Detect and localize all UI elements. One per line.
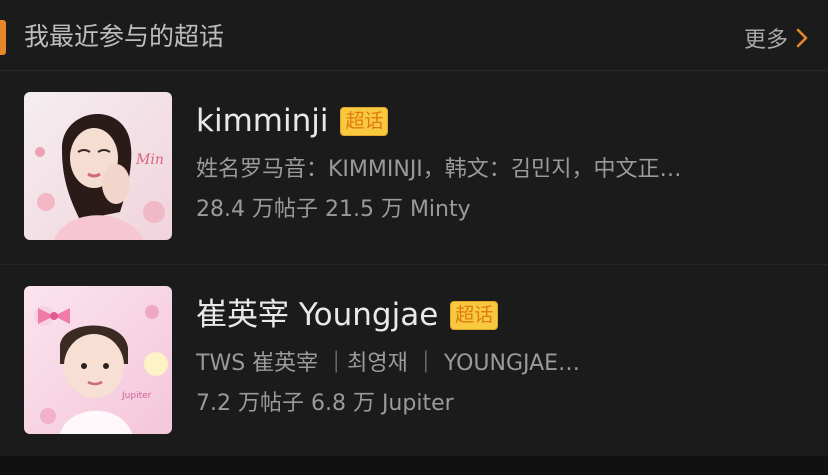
topic-name-row: kimminji 超话 [196,101,806,141]
svg-text:Min: Min [135,152,164,168]
topic-description: 姓名罗马音：KIMMINJI，韩文：김민지，中文正… [196,157,682,182]
topic-info: kimminji 超话 姓名罗马音：KIMMINJI，韩文：김민지，中文正… 2… [196,101,806,225]
topic-description: TWS 崔英宰 ｜최영재 ｜ YOUNGJAE… [196,351,581,376]
section-accent-bar [0,20,6,55]
topic-thumbnail[interactable]: Jupiter [24,286,172,434]
section-divider [0,456,828,475]
topic-name[interactable]: kimminji [196,101,328,141]
super-topic-badge: 超话 [450,300,499,330]
topic-info: 崔英宰 Youngjae 超话 TWS 崔英宰 ｜최영재 ｜ YOUNGJAE…… [196,295,806,419]
topic-thumbnail[interactable]: Min [24,92,172,240]
recent-super-topics-panel: 我最近参与的超话 更多 Min kimminji 超话 姓名罗马音：KIMMIN… [0,0,828,456]
section-title: 我最近参与的超话 [24,22,225,51]
super-topic-item-kimminji[interactable]: Min kimminji 超话 姓名罗马音：KIMMINJI，韩文：김민지，中文… [0,71,828,265]
topic-name-row: 崔英宰 Youngjae 超话 [196,295,806,335]
more-button[interactable]: 更多 [744,20,808,56]
svg-text:Jupiter: Jupiter [121,391,152,401]
chevron-right-icon [796,28,808,48]
topic-stats: 7.2 万帖子 6.8 万 Jupiter [196,391,454,416]
portrait-photo-icon: Jupiter [24,286,172,434]
portrait-photo-icon: Min [24,92,172,240]
section-header: 我最近参与的超话 更多 [0,0,828,71]
super-topic-badge: 超话 [340,106,389,136]
more-label: 更多 [743,28,788,53]
super-topic-item-youngjae[interactable]: Jupiter 崔英宰 Youngjae 超话 TWS 崔英宰 ｜최영재 ｜ Y… [0,265,828,458]
topic-stats: 28.4 万帖子 21.5 万 Minty [196,197,471,222]
topic-name[interactable]: 崔英宰 Youngjae [196,295,438,335]
